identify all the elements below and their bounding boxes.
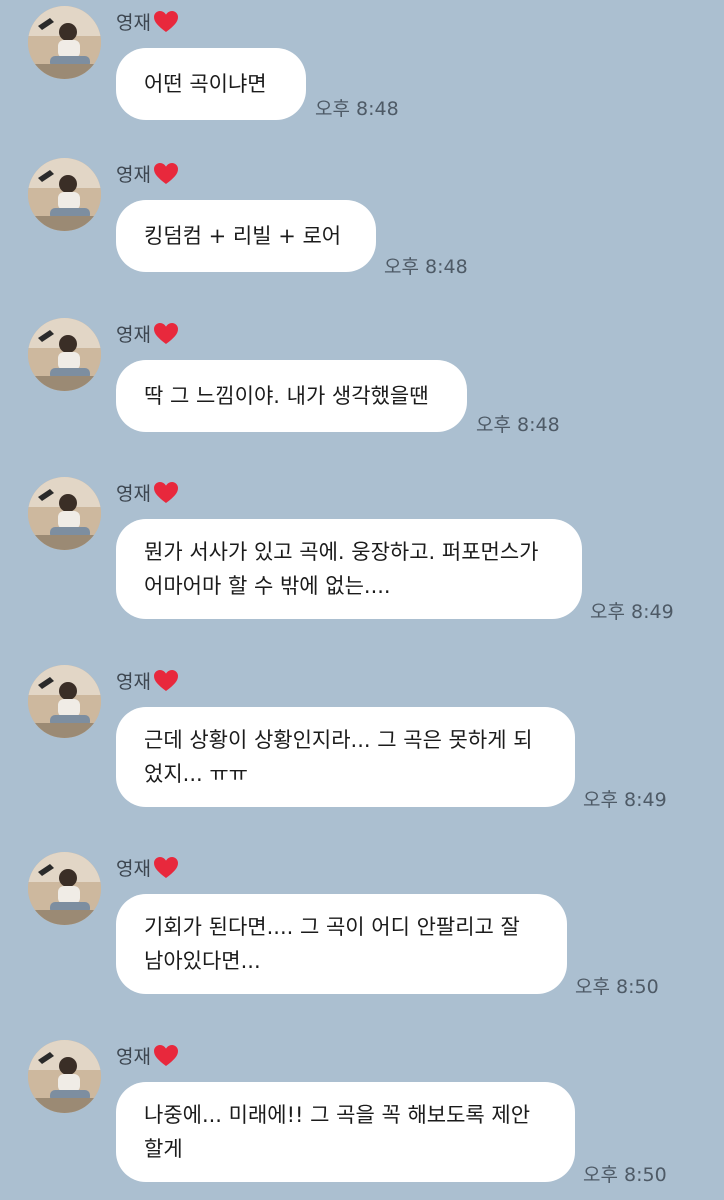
message-bubble[interactable]: 기회가 된다면.... 그 곡이 어디 안팔리고 잘 남아있다면... — [116, 894, 567, 994]
heart-icon — [153, 669, 179, 693]
profile-photo-icon — [28, 852, 101, 925]
sender-name: 영재 — [116, 8, 179, 35]
heart-icon — [153, 856, 179, 880]
heart-icon — [153, 481, 179, 505]
message-bubble[interactable]: 어떤 곡이냐면 — [116, 48, 306, 120]
avatar[interactable] — [28, 1040, 101, 1113]
profile-photo-icon — [28, 318, 101, 391]
sender-name-text: 영재 — [116, 858, 151, 880]
sender-name-text: 영재 — [116, 671, 151, 693]
sender-name: 영재 — [116, 320, 179, 347]
heart-icon — [153, 10, 179, 34]
message-bubble[interactable]: 근데 상황이 상황인지라... 그 곡은 못하게 되 었지... ㅠㅠ — [116, 707, 575, 807]
message-time: 오후 8:50 — [575, 976, 659, 998]
message-text: 딱 그 느낌이야. 내가 생각했을땐 — [144, 384, 429, 408]
heart-icon — [153, 1044, 179, 1068]
message-text: 뭔가 서사가 있고 곡에. 웅장하고. 퍼포먼스가 어마어마 할 수 밖에 없는… — [144, 540, 539, 598]
message-bubble[interactable]: 뭔가 서사가 있고 곡에. 웅장하고. 퍼포먼스가 어마어마 할 수 밖에 없는… — [116, 519, 582, 619]
avatar[interactable] — [28, 158, 101, 231]
sender-name: 영재 — [116, 854, 179, 881]
message-time: 오후 8:49 — [583, 789, 667, 811]
sender-name: 영재 — [116, 1042, 179, 1069]
heart-icon — [153, 322, 179, 346]
heart-icon — [153, 162, 179, 186]
chat-room: 영재 어떤 곡이냐면 오후 8:48 영재 킹덤컴 + 리빌 + 로어 오후 8… — [0, 0, 724, 1200]
sender-name-text: 영재 — [116, 324, 151, 346]
profile-photo-icon — [28, 158, 101, 231]
profile-photo-icon — [28, 665, 101, 738]
sender-name: 영재 — [116, 479, 179, 506]
avatar[interactable] — [28, 318, 101, 391]
sender-name-text: 영재 — [116, 1046, 151, 1068]
sender-name: 영재 — [116, 160, 179, 187]
avatar[interactable] — [28, 477, 101, 550]
message-text: 근데 상황이 상황인지라... 그 곡은 못하게 되 었지... ㅠㅠ — [144, 728, 533, 786]
message-time: 오후 8:49 — [590, 601, 674, 623]
message-bubble[interactable]: 나중에... 미래에!! 그 곡을 꼭 해보도록 제안 할게 — [116, 1082, 575, 1182]
message-text: 나중에... 미래에!! 그 곡을 꼭 해보도록 제안 할게 — [144, 1103, 531, 1161]
message-time: 오후 8:48 — [315, 98, 399, 120]
message-text: 기회가 된다면.... 그 곡이 어디 안팔리고 잘 남아있다면... — [144, 915, 520, 973]
profile-photo-icon — [28, 1040, 101, 1113]
message-time: 오후 8:48 — [476, 414, 560, 436]
avatar[interactable] — [28, 6, 101, 79]
message-bubble[interactable]: 딱 그 느낌이야. 내가 생각했을땐 — [116, 360, 467, 432]
sender-name: 영재 — [116, 667, 179, 694]
message-bubble[interactable]: 킹덤컴 + 리빌 + 로어 — [116, 200, 376, 272]
avatar[interactable] — [28, 852, 101, 925]
sender-name-text: 영재 — [116, 12, 151, 34]
profile-photo-icon — [28, 477, 101, 550]
avatar[interactable] — [28, 665, 101, 738]
sender-name-text: 영재 — [116, 164, 151, 186]
message-text: 킹덤컴 + 리빌 + 로어 — [144, 224, 342, 248]
message-time: 오후 8:50 — [583, 1164, 667, 1186]
message-time: 오후 8:48 — [384, 256, 468, 278]
profile-photo-icon — [28, 6, 101, 79]
message-text: 어떤 곡이냐면 — [144, 72, 267, 96]
sender-name-text: 영재 — [116, 483, 151, 505]
